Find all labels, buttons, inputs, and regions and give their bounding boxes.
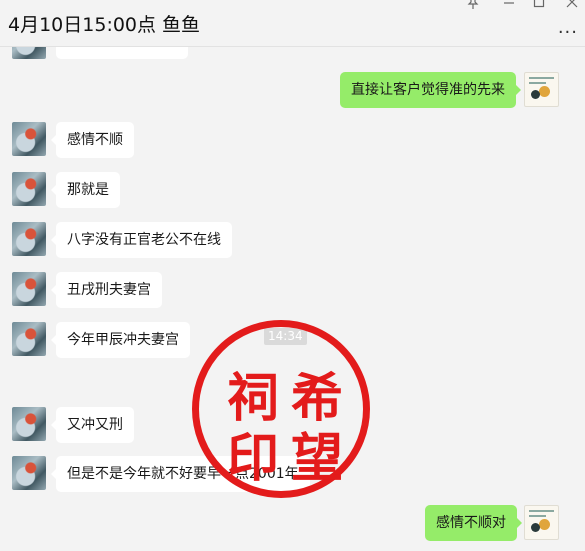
message-bubble-received[interactable]: 但是不是今年就不好要早一点2001年 [51, 456, 310, 492]
contact-avatar[interactable] [12, 47, 46, 59]
message-bubble-received[interactable]: 又冲又刑 [51, 407, 134, 443]
message-list[interactable]: 直接让客户觉得准的先来 感情不顺 那就是 八字没有正官老公不在线 丑戌刑夫妻宫 … [0, 47, 585, 551]
contact-avatar[interactable] [12, 407, 46, 441]
more-icon[interactable]: ··· [558, 22, 578, 43]
self-avatar[interactable] [524, 72, 559, 107]
contact-avatar[interactable] [12, 222, 46, 256]
close-icon[interactable] [566, 0, 578, 13]
chat-header: 4月10日15:00点 鱼鱼 ··· [0, 0, 585, 47]
chat-title: 4月10日15:00点 鱼鱼 [8, 14, 201, 36]
minimize-icon[interactable] [503, 0, 515, 13]
message-bubble-partial [56, 47, 188, 59]
message-bubble-received[interactable]: 感情不顺 [51, 122, 134, 158]
message-bubble-sent[interactable]: 直接让客户觉得准的先来 [340, 72, 521, 108]
contact-avatar[interactable] [12, 122, 46, 156]
message-bubble-received[interactable]: 八字没有正官老公不在线 [51, 222, 232, 258]
message-bubble-received[interactable]: 丑戌刑夫妻宫 [51, 272, 162, 308]
message-bubble-received[interactable]: 今年甲辰冲夫妻宫 [51, 322, 190, 358]
contact-avatar[interactable] [12, 322, 46, 356]
maximize-icon[interactable] [533, 0, 545, 13]
contact-avatar[interactable] [12, 172, 46, 206]
self-avatar[interactable] [524, 505, 559, 540]
message-bubble-sent[interactable]: 感情不顺对 [425, 505, 522, 541]
contact-avatar[interactable] [12, 456, 46, 490]
pin-icon[interactable] [467, 0, 479, 13]
message-timestamp: 14:34 [264, 328, 307, 345]
message-bubble-received[interactable]: 那就是 [51, 172, 120, 208]
contact-avatar[interactable] [12, 272, 46, 306]
